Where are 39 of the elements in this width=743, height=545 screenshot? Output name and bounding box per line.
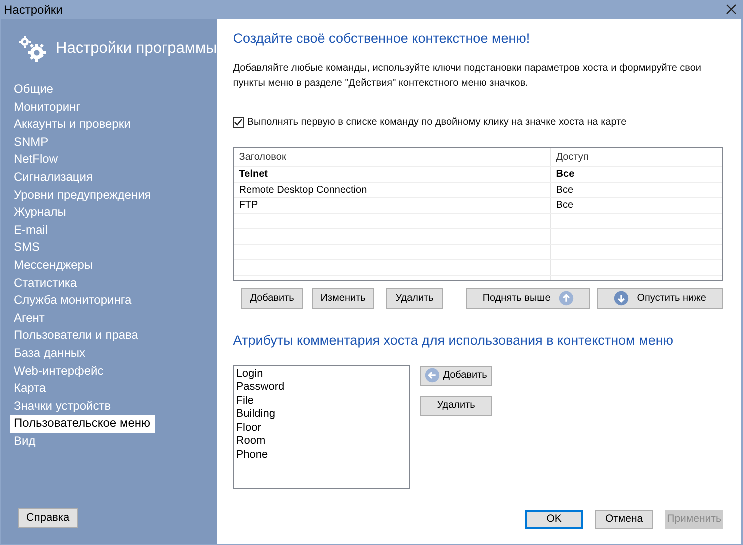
list-item[interactable]: Password [236, 381, 285, 395]
close-icon[interactable] [726, 4, 737, 15]
section-heading: Атрибуты комментария хоста для использования в контекстном меню [233, 332, 674, 350]
table-cell-text: Remote Desktop Connection [239, 184, 368, 198]
table-cell-text: Все [556, 199, 574, 213]
table-cell-text: Все [556, 184, 574, 198]
column-header[interactable]: Доступ [556, 150, 589, 165]
column-header[interactable]: Заголовок [239, 150, 286, 165]
dialog-button[interactable]: Отмена [595, 510, 654, 529]
checkbox[interactable] [233, 117, 244, 128]
table-button[interactable]: Добавить [241, 288, 304, 310]
table-cell-text: FTP [239, 199, 258, 213]
window-title: Настройки [4, 2, 63, 18]
gears-icon [18, 35, 48, 63]
checkbox-label: Выполнять первую в списке команду по двойному клику на значке хоста на карте [247, 116, 627, 130]
list-item[interactable]: Phone [236, 449, 268, 463]
list-item[interactable]: Building [236, 408, 276, 422]
table-button[interactable]: Изменить [312, 288, 374, 310]
arrow-down-icon [614, 291, 630, 306]
list-item[interactable]: Floor [236, 422, 262, 436]
arrow-up-icon [558, 291, 574, 306]
table-button[interactable]: Удалить [386, 288, 444, 310]
sidebar-item[interactable]: Пользовательское меню [10, 415, 154, 433]
attribute-button[interactable]: Удалить [420, 396, 492, 416]
table-button[interactable]: Опустить ниже [597, 288, 724, 310]
attribute-button[interactable]: Добавить [420, 366, 492, 386]
table-button[interactable]: Поднять выше [466, 288, 590, 310]
sidebar-title: Настройки программы [56, 39, 218, 60]
help-button[interactable]: Справка [18, 508, 78, 528]
table-cell-text: Все [556, 168, 575, 182]
list-item[interactable]: Login [236, 368, 264, 382]
list-item[interactable]: File [236, 394, 254, 408]
dialog-button[interactable]: OK [525, 510, 584, 529]
description-text: Добавляйте любые команды, используйте ключи подстановки параметров хоста и формируйте свои пункты меню в разделе "Действия" контекстного меню значков. [233, 62, 703, 92]
arrow-left-icon [425, 368, 440, 383]
attributes-list[interactable]: Login Password File Building Floor Room Phone [233, 364, 410, 488]
section-heading: Создайте своё собственное контекстное меню! [233, 30, 532, 48]
list-item[interactable]: Room [236, 435, 266, 450]
table-cell-text: Telnet [239, 168, 268, 182]
